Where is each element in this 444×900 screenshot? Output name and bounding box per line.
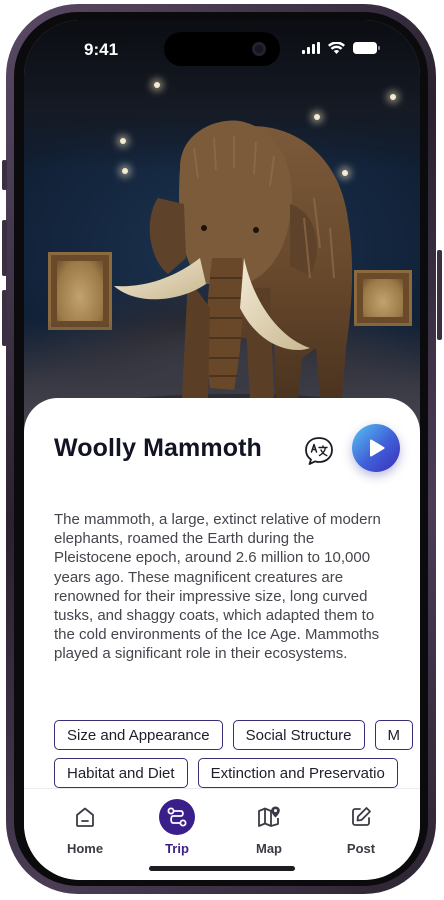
home-indicator — [149, 866, 295, 871]
nav-item-post[interactable]: Post — [326, 799, 396, 856]
play-icon — [370, 439, 385, 457]
translate-icon — [305, 437, 333, 465]
edit-icon — [343, 799, 379, 835]
screen: 9:41 Woolly Mammoth The mammoth, a large… — [24, 20, 420, 880]
ceiling-light — [154, 82, 160, 88]
camera-icon — [252, 42, 266, 56]
play-audio-button[interactable] — [352, 424, 400, 472]
mammoth-illustration — [114, 120, 354, 414]
topic-chip[interactable]: Extinction and Preservatio — [197, 758, 398, 788]
status-time: 9:41 — [84, 40, 119, 59]
exhibit-card: Woolly Mammoth The mammoth, a large, ext… — [24, 398, 420, 818]
route-icon — [159, 799, 195, 835]
power-button — [437, 250, 442, 340]
wifi-icon — [328, 42, 345, 54]
volume-up-button — [2, 220, 7, 276]
topic-chip[interactable]: M — [374, 720, 414, 750]
status-icons — [302, 42, 380, 54]
nav-label-home: Home — [66, 841, 104, 856]
dynamic-island — [164, 32, 280, 66]
nav-item-map[interactable]: Map — [234, 799, 304, 856]
topic-chip-row: Size and Appearance Social Structure M — [54, 720, 420, 750]
ceiling-light — [390, 94, 396, 100]
nav-label-post: Post — [346, 841, 376, 856]
home-icon — [67, 799, 103, 835]
exhibit-photo — [24, 20, 420, 440]
translate-button[interactable] — [302, 434, 336, 468]
signal-icon — [302, 42, 320, 54]
volume-down-button — [2, 290, 7, 346]
map-pin-icon — [251, 799, 287, 835]
nav-label-map: Map — [256, 841, 282, 856]
topic-chip-row: Habitat and Diet Extinction and Preserva… — [54, 758, 420, 788]
exhibit-description: The mammoth, a large, extinct relative o… — [54, 511, 381, 663]
topic-chip[interactable]: Habitat and Diet — [54, 758, 188, 788]
nav-item-trip[interactable]: Trip — [142, 799, 212, 856]
battery-icon — [353, 42, 380, 54]
topic-chip[interactable]: Size and Appearance — [54, 720, 223, 750]
topic-chip[interactable]: Social Structure — [232, 720, 365, 750]
nav-label-trip: Trip — [165, 841, 189, 856]
nav-item-home[interactable]: Home — [50, 799, 120, 856]
exhibit-title: Woolly Mammoth — [54, 434, 262, 462]
action-button — [2, 160, 7, 190]
